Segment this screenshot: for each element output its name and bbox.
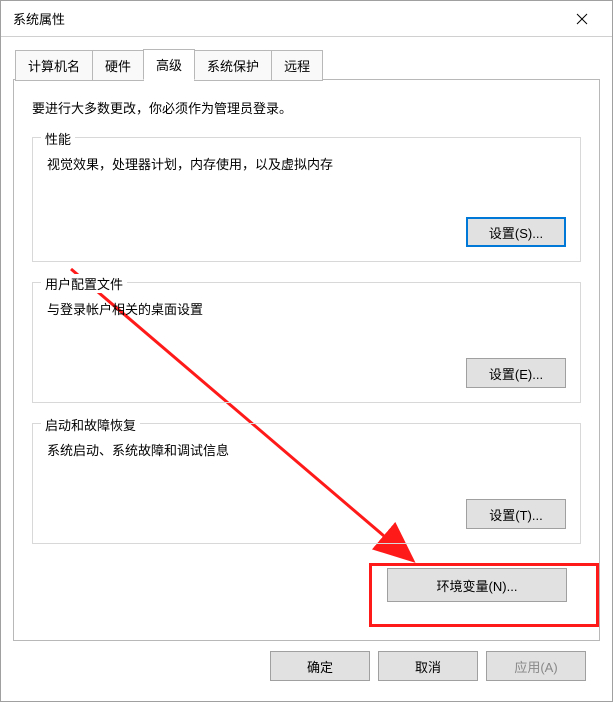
- environment-variables-button[interactable]: 环境变量(N)...: [387, 568, 567, 602]
- performance-legend: 性能: [41, 129, 75, 148]
- dialog-buttons: 确定 取消 应用(A): [13, 641, 600, 693]
- admin-note: 要进行大多数更改，你必须作为管理员登录。: [32, 98, 581, 117]
- performance-settings-button[interactable]: 设置(S)...: [466, 217, 566, 247]
- window-title: 系统属性: [13, 9, 559, 28]
- close-icon: [576, 13, 588, 25]
- startup-recovery-settings-button[interactable]: 设置(T)...: [466, 499, 566, 529]
- window-body: 计算机名 硬件 高级 系统保护 远程 要进行大多数更改，你必须作为管理员登录。 …: [1, 37, 612, 701]
- cancel-button[interactable]: 取消: [378, 651, 478, 681]
- performance-desc: 视觉效果，处理器计划，内存使用，以及虚拟内存: [47, 154, 566, 173]
- apply-button[interactable]: 应用(A): [486, 651, 586, 681]
- startup-recovery-legend: 启动和故障恢复: [41, 415, 140, 434]
- tab-computer-name[interactable]: 计算机名: [15, 50, 93, 81]
- tabstrip: 计算机名 硬件 高级 系统保护 远程: [13, 49, 600, 80]
- user-profiles-settings-button[interactable]: 设置(E)...: [466, 358, 566, 388]
- tab-hardware[interactable]: 硬件: [92, 50, 144, 81]
- startup-recovery-group: 启动和故障恢复 系统启动、系统故障和调试信息 设置(T)...: [32, 423, 581, 544]
- user-profiles-group: 用户配置文件 与登录帐户相关的桌面设置 设置(E)...: [32, 282, 581, 403]
- tab-remote[interactable]: 远程: [271, 50, 323, 81]
- system-properties-window: 系统属性 计算机名 硬件 高级 系统保护 远程 要进行大多数更改，你必须作为管理…: [0, 0, 613, 702]
- user-profiles-legend: 用户配置文件: [41, 274, 127, 293]
- tab-system-protection[interactable]: 系统保护: [194, 50, 272, 81]
- performance-group: 性能 视觉效果，处理器计划，内存使用，以及虚拟内存 设置(S)...: [32, 137, 581, 262]
- user-profiles-desc: 与登录帐户相关的桌面设置: [47, 299, 566, 318]
- close-button[interactable]: [559, 4, 604, 34]
- startup-recovery-desc: 系统启动、系统故障和调试信息: [47, 440, 566, 459]
- advanced-panel: 要进行大多数更改，你必须作为管理员登录。 性能 视觉效果，处理器计划，内存使用，…: [13, 79, 600, 641]
- ok-button[interactable]: 确定: [270, 651, 370, 681]
- tab-advanced[interactable]: 高级: [143, 49, 195, 80]
- titlebar: 系统属性: [1, 1, 612, 37]
